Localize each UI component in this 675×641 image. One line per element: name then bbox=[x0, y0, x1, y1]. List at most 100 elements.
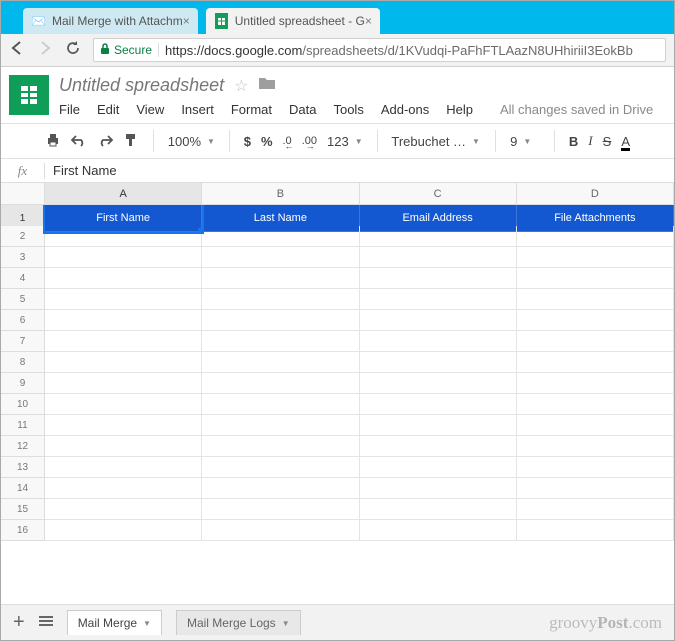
cell[interactable] bbox=[360, 499, 517, 520]
fx-icon[interactable]: fx bbox=[1, 163, 45, 179]
row-header[interactable]: 5 bbox=[1, 289, 45, 310]
cell[interactable] bbox=[517, 352, 674, 373]
address-bar[interactable]: Secure https://docs.google.com/spreadshe… bbox=[93, 38, 666, 62]
cell[interactable] bbox=[360, 457, 517, 478]
star-icon[interactable]: ☆ bbox=[234, 76, 248, 96]
cell[interactable] bbox=[45, 247, 202, 268]
cell[interactable] bbox=[517, 394, 674, 415]
cell[interactable] bbox=[202, 520, 359, 541]
select-all-corner[interactable] bbox=[1, 183, 45, 204]
cell[interactable] bbox=[45, 520, 202, 541]
cell[interactable]: First Name bbox=[45, 205, 202, 232]
folder-icon[interactable] bbox=[258, 76, 276, 95]
cell[interactable] bbox=[360, 310, 517, 331]
sheets-logo-icon[interactable] bbox=[9, 75, 49, 115]
col-header-b[interactable]: B bbox=[202, 183, 359, 204]
formula-input[interactable]: First Name bbox=[45, 163, 117, 178]
cell[interactable] bbox=[202, 289, 359, 310]
row-header[interactable]: 13 bbox=[1, 457, 45, 478]
cell[interactable] bbox=[360, 394, 517, 415]
cell[interactable] bbox=[202, 373, 359, 394]
cell[interactable] bbox=[45, 415, 202, 436]
row-header[interactable]: 3 bbox=[1, 247, 45, 268]
col-header-d[interactable]: D bbox=[517, 183, 674, 204]
grid-body[interactable]: 1First NameLast NameEmail AddressFile At… bbox=[1, 205, 674, 604]
cell[interactable] bbox=[517, 520, 674, 541]
cell[interactable] bbox=[360, 226, 517, 247]
zoom-select[interactable]: 100%▼ bbox=[168, 134, 215, 149]
browser-tab-0[interactable]: ✉️ Mail Merge with Attachm × bbox=[23, 8, 198, 34]
cell[interactable] bbox=[45, 373, 202, 394]
row-header[interactable]: 12 bbox=[1, 436, 45, 457]
cell[interactable] bbox=[360, 247, 517, 268]
menu-addons[interactable]: Add-ons bbox=[381, 102, 429, 117]
cell[interactable] bbox=[45, 478, 202, 499]
row-header[interactable]: 2 bbox=[1, 226, 45, 247]
format-currency[interactable]: $ bbox=[244, 134, 251, 149]
reload-icon[interactable] bbox=[65, 40, 81, 61]
row-header[interactable]: 14 bbox=[1, 478, 45, 499]
cell[interactable] bbox=[517, 457, 674, 478]
doc-title[interactable]: Untitled spreadsheet bbox=[59, 75, 224, 96]
close-icon[interactable]: × bbox=[365, 14, 372, 28]
cell[interactable] bbox=[45, 310, 202, 331]
dec-decrease[interactable]: .0← bbox=[283, 135, 292, 147]
cell[interactable] bbox=[202, 226, 359, 247]
cell[interactable] bbox=[517, 415, 674, 436]
strike-button[interactable]: S bbox=[603, 134, 612, 149]
cell[interactable] bbox=[45, 499, 202, 520]
bold-button[interactable]: B bbox=[569, 134, 578, 149]
row-header[interactable]: 9 bbox=[1, 373, 45, 394]
cell[interactable] bbox=[360, 415, 517, 436]
cell[interactable] bbox=[517, 331, 674, 352]
back-icon[interactable] bbox=[9, 40, 25, 61]
row-header[interactable]: 16 bbox=[1, 520, 45, 541]
row-header[interactable]: 11 bbox=[1, 415, 45, 436]
cell[interactable] bbox=[202, 310, 359, 331]
add-sheet-button[interactable]: + bbox=[13, 611, 25, 634]
redo-icon[interactable] bbox=[97, 133, 113, 150]
cell[interactable] bbox=[45, 436, 202, 457]
chevron-down-icon[interactable]: ▼ bbox=[143, 619, 151, 628]
sheet-tab-0[interactable]: Mail Merge▼ bbox=[67, 610, 162, 635]
cell[interactable] bbox=[517, 289, 674, 310]
italic-button[interactable]: I bbox=[588, 133, 592, 149]
print-icon[interactable] bbox=[45, 132, 61, 151]
menu-data[interactable]: Data bbox=[289, 102, 316, 117]
cell[interactable] bbox=[45, 331, 202, 352]
menu-view[interactable]: View bbox=[136, 102, 164, 117]
cell[interactable] bbox=[202, 352, 359, 373]
cell[interactable] bbox=[517, 226, 674, 247]
cell[interactable] bbox=[202, 436, 359, 457]
cell[interactable] bbox=[360, 520, 517, 541]
cell[interactable] bbox=[517, 247, 674, 268]
cell[interactable] bbox=[517, 268, 674, 289]
menu-format[interactable]: Format bbox=[231, 102, 272, 117]
cell[interactable] bbox=[45, 289, 202, 310]
format-percent[interactable]: % bbox=[261, 134, 273, 149]
cell[interactable] bbox=[517, 499, 674, 520]
cell[interactable] bbox=[360, 289, 517, 310]
text-color-button[interactable]: A bbox=[621, 134, 630, 149]
dec-increase[interactable]: .00→ bbox=[302, 135, 317, 147]
menu-file[interactable]: File bbox=[59, 102, 80, 117]
row-header[interactable]: 6 bbox=[1, 310, 45, 331]
all-sheets-button[interactable] bbox=[39, 614, 53, 632]
row-header[interactable]: 10 bbox=[1, 394, 45, 415]
cell[interactable] bbox=[360, 331, 517, 352]
row-header[interactable]: 4 bbox=[1, 268, 45, 289]
cell[interactable] bbox=[202, 457, 359, 478]
font-size-select[interactable]: 9▼ bbox=[510, 134, 540, 149]
cell[interactable] bbox=[360, 373, 517, 394]
menu-edit[interactable]: Edit bbox=[97, 102, 119, 117]
cell[interactable] bbox=[360, 268, 517, 289]
cell[interactable] bbox=[517, 373, 674, 394]
menu-tools[interactable]: Tools bbox=[333, 102, 363, 117]
row-header[interactable]: 7 bbox=[1, 331, 45, 352]
cell[interactable] bbox=[517, 436, 674, 457]
cell[interactable] bbox=[202, 394, 359, 415]
cell[interactable] bbox=[517, 310, 674, 331]
col-header-a[interactable]: A bbox=[45, 183, 202, 204]
more-formats[interactable]: 123▼ bbox=[327, 134, 363, 149]
row-header[interactable]: 8 bbox=[1, 352, 45, 373]
